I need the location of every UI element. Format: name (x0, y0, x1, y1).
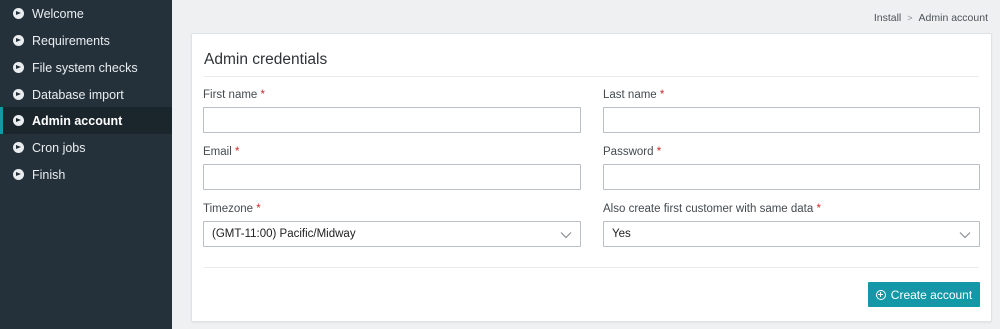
sidebar-item-database-import[interactable]: Database import (0, 81, 172, 108)
arrow-circle-right-icon (13, 169, 24, 180)
timezone-label-text: Timezone (203, 203, 254, 215)
email-label: Email * (203, 146, 239, 158)
create-customer-label-text: Also create first customer with same dat… (603, 203, 814, 215)
arrow-circle-right-icon (13, 89, 24, 100)
breadcrumb-separator: > (907, 13, 913, 23)
required-mark: * (234, 146, 240, 158)
arrow-circle-right-icon (13, 142, 24, 153)
sidebar-item-file-system-checks[interactable]: File system checks (0, 54, 172, 81)
timezone-select[interactable]: (GMT-11:00) Pacific/Midway (203, 221, 581, 247)
sidebar-item-label: Finish (32, 167, 66, 182)
sidebar-item-label: Requirements (32, 33, 110, 48)
sidebar-item-label: Welcome (32, 6, 84, 21)
last-name-label-text: Last name (603, 89, 657, 101)
sidebar-item-label: File system checks (32, 60, 138, 75)
sidebar-item-label: Database import (32, 87, 124, 102)
sidebar-item-welcome[interactable]: Welcome (0, 0, 172, 27)
arrow-circle-right-icon (13, 35, 24, 46)
sidebar-item-label: Admin account (32, 113, 123, 128)
sidebar-item-requirements[interactable]: Requirements (0, 27, 172, 54)
sidebar-item-label: Cron jobs (32, 140, 86, 155)
last-name-label: Last name * (603, 89, 664, 101)
password-field[interactable] (603, 164, 980, 190)
password-label: Password * (603, 146, 661, 158)
chevron-down-icon (560, 232, 572, 239)
divider (204, 76, 979, 77)
create-customer-label: Also create first customer with same dat… (603, 203, 821, 215)
arrow-circle-right-icon (13, 115, 24, 126)
create-account-button-label: Create account (890, 287, 973, 302)
first-name-label-text: First name (203, 89, 258, 101)
admin-credentials-card: Admin credentials First name * Last name… (191, 33, 992, 322)
email-field[interactable] (203, 164, 581, 190)
timezone-label: Timezone * (203, 203, 261, 215)
breadcrumb-current: Admin account (918, 12, 988, 24)
first-name-label: First name * (203, 89, 265, 101)
arrow-circle-right-icon (13, 62, 24, 73)
sidebar-item-finish[interactable]: Finish (0, 161, 172, 188)
password-label-text: Password (603, 146, 654, 158)
create-customer-select[interactable]: Yes (603, 221, 980, 247)
chevron-down-icon (959, 232, 971, 239)
sidebar-item-cron-jobs[interactable]: Cron jobs (0, 134, 172, 161)
required-mark: * (656, 146, 662, 158)
breadcrumb-install-link[interactable]: Install (874, 12, 901, 24)
timezone-selected-value: (GMT-11:00) Pacific/Midway (212, 228, 356, 240)
divider (204, 267, 979, 268)
required-mark: * (260, 89, 266, 101)
create-account-button[interactable]: Create account (868, 282, 980, 307)
sidebar-item-admin-account[interactable]: Admin account (0, 107, 172, 134)
arrow-circle-right-icon (13, 8, 24, 19)
plus-circle-icon (875, 289, 886, 300)
first-name-field[interactable] (203, 107, 581, 133)
required-mark: * (256, 203, 261, 215)
breadcrumb: Install > Admin account (874, 12, 988, 24)
email-label-text: Email (203, 146, 232, 158)
required-mark: * (816, 203, 821, 215)
create-customer-selected-value: Yes (612, 228, 631, 240)
sidebar: Welcome Requirements File system checks … (0, 0, 172, 329)
required-mark: * (659, 89, 665, 101)
card-title: Admin credentials (204, 51, 328, 68)
last-name-field[interactable] (603, 107, 980, 133)
